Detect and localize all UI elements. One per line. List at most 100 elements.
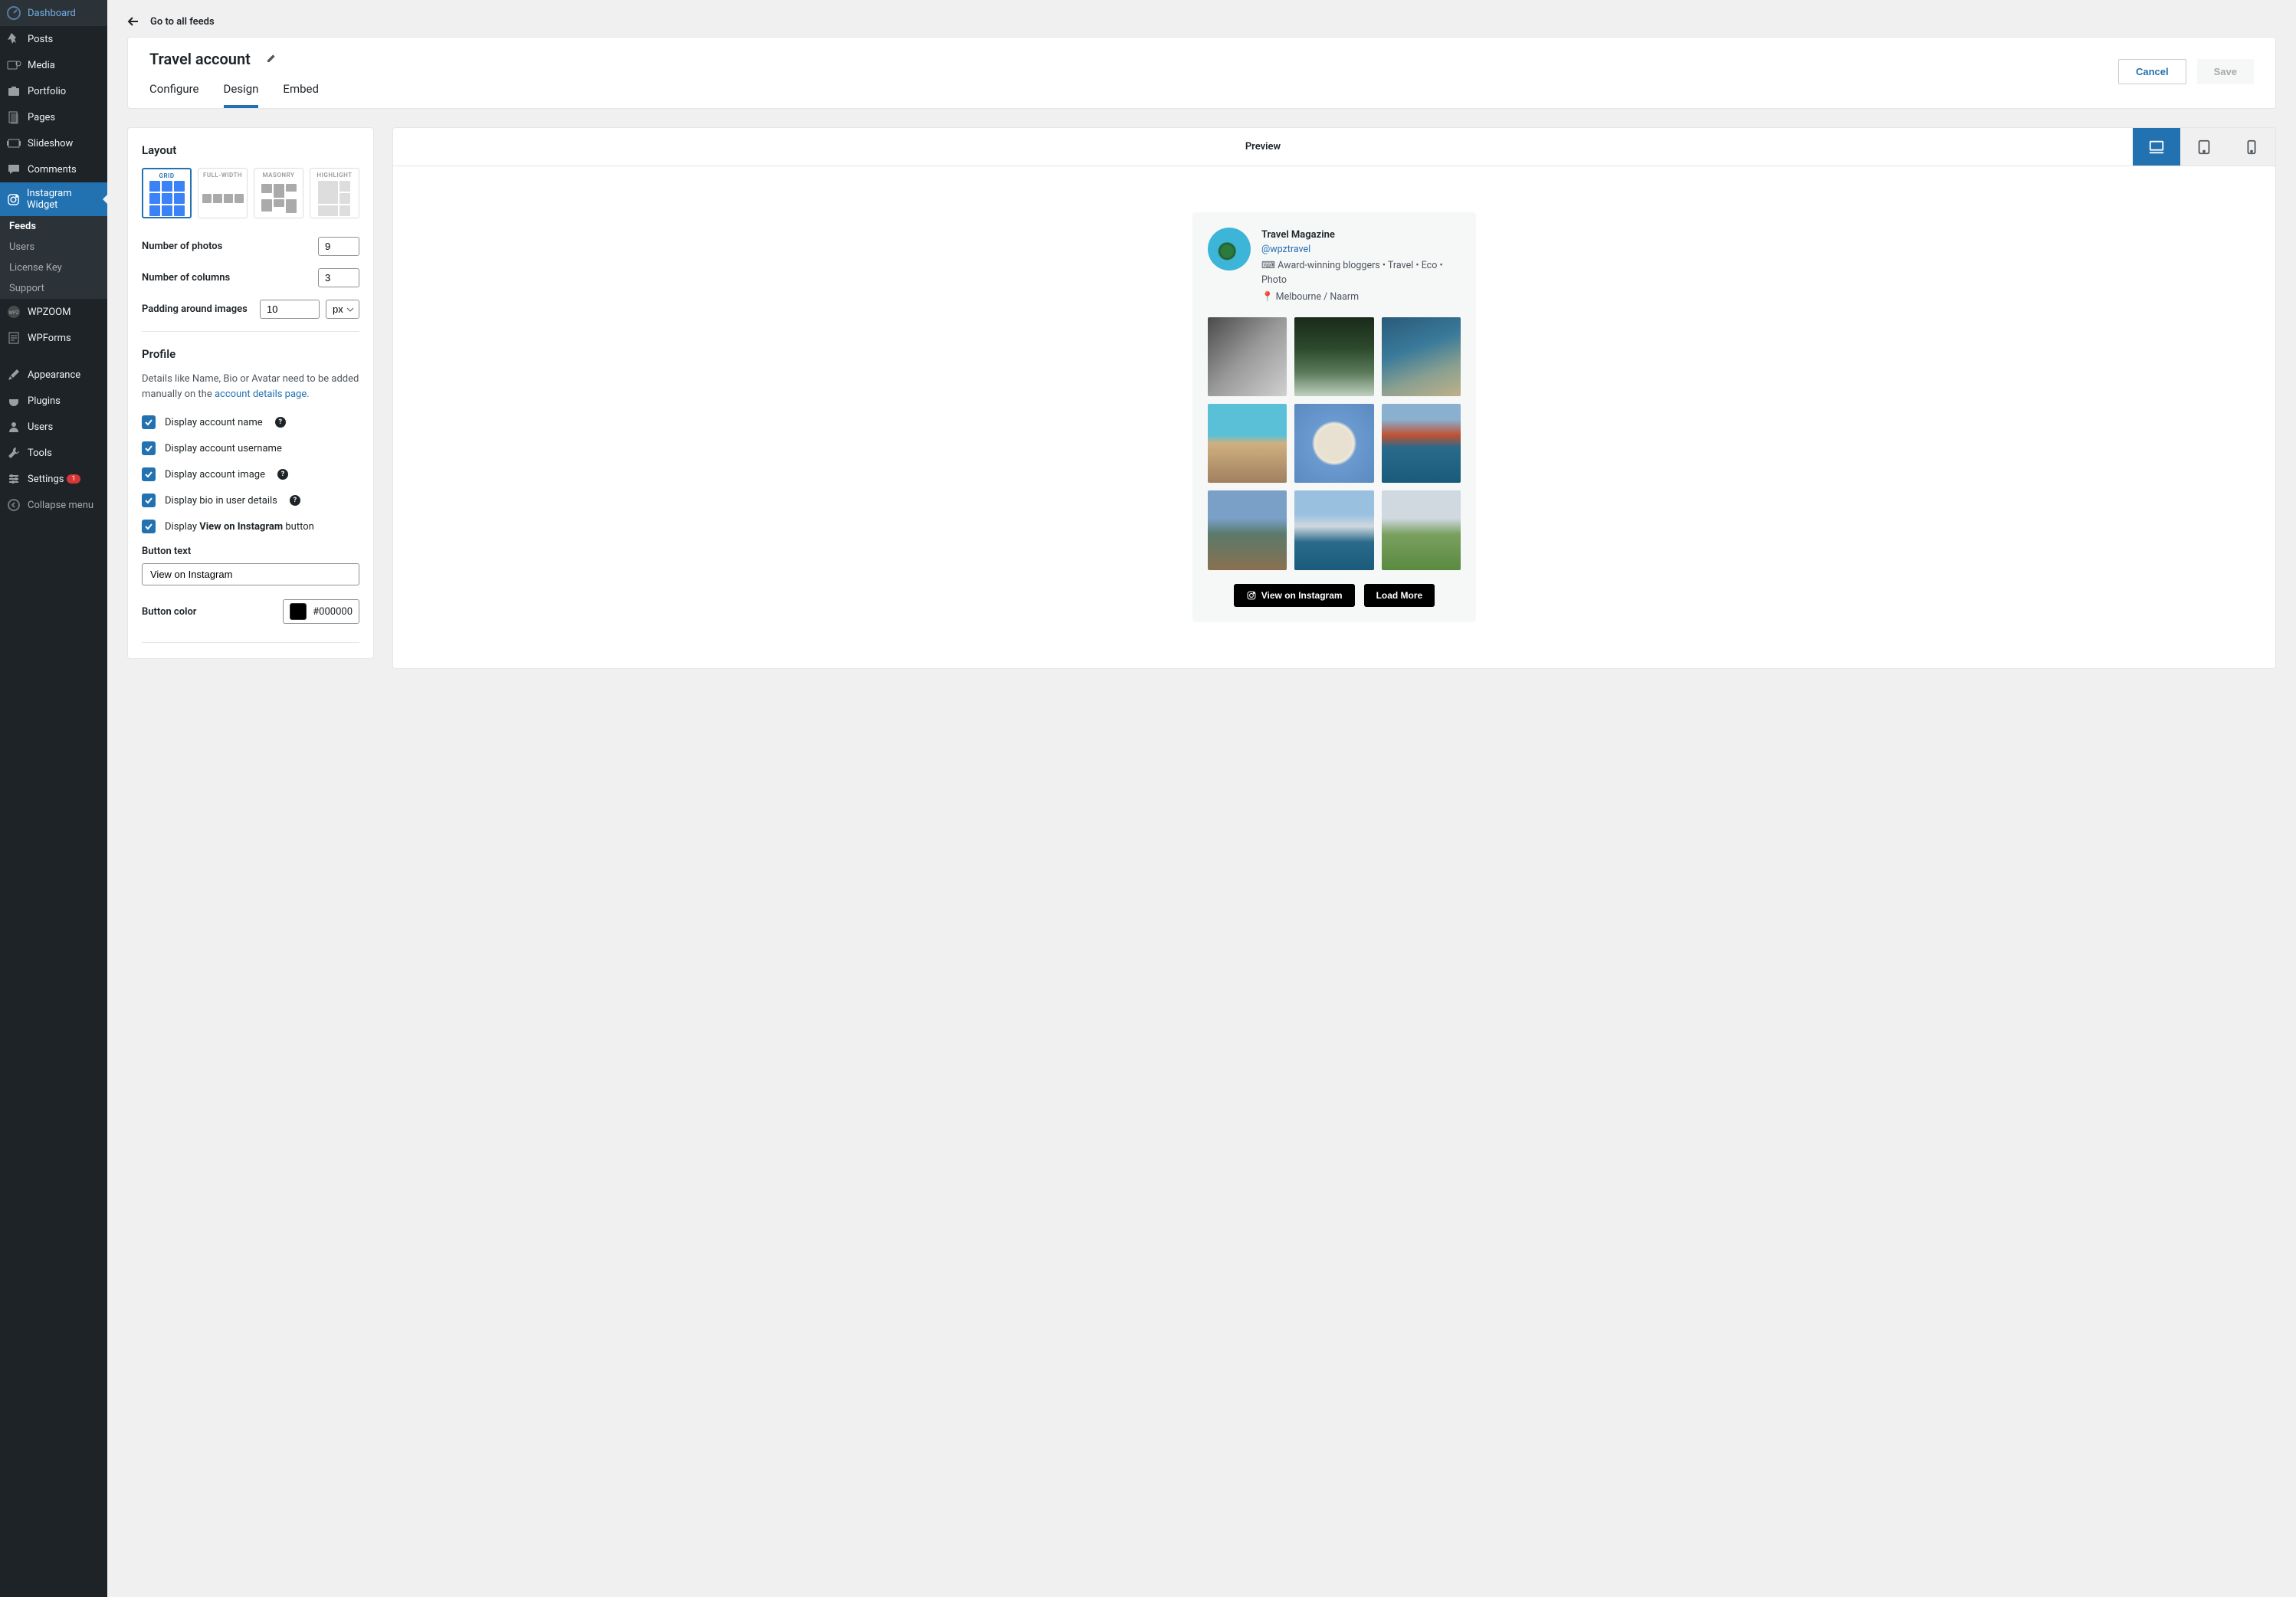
check-label: Display bio in user details [165, 495, 277, 507]
divider [142, 642, 359, 643]
brush-icon [6, 367, 21, 382]
layout-options: GRID FULL-WIDTH MASONRY HIGHLIGHT [142, 168, 359, 218]
sidebar-item-users[interactable]: Users [0, 414, 107, 440]
sidebar-item-instagram-widget[interactable]: Instagram Widget [0, 182, 107, 216]
sidebar-item-wpforms[interactable]: WPForms [0, 325, 107, 351]
device-tabs [2133, 128, 2275, 166]
sidebar-item-media[interactable]: Media [0, 52, 107, 78]
layout-option-grid[interactable]: GRID [142, 168, 192, 218]
pages-icon [6, 110, 21, 125]
color-value: #000000 [313, 606, 353, 618]
padding-label: Padding around images [142, 303, 254, 315]
cancel-button[interactable]: Cancel [2118, 59, 2186, 84]
settings-icon [6, 471, 21, 487]
layout-option-label: GRID [145, 171, 189, 181]
sidebar-label: Settings [28, 474, 64, 485]
help-icon[interactable]: ? [275, 417, 286, 428]
main-content: Go to all feeds Travel account Configure… [107, 0, 2296, 689]
sidebar-sub-support[interactable]: Support [0, 278, 107, 299]
layout-option-fullwidth[interactable]: FULL-WIDTH [198, 168, 248, 218]
device-tab-desktop[interactable] [2133, 128, 2180, 166]
sidebar-item-appearance[interactable]: Appearance [0, 362, 107, 388]
layout-option-masonry[interactable]: MASONRY [254, 168, 303, 218]
comments-icon [6, 162, 21, 177]
media-icon [6, 57, 21, 73]
layout-option-highlight[interactable]: HIGHLIGHT [310, 168, 359, 218]
instagram-icon [6, 192, 21, 207]
settings-panel: Layout GRID FULL-WIDTH MASONRY HIGHLIGHT [127, 127, 374, 659]
forms-icon [6, 330, 21, 346]
ig-photo[interactable] [1294, 317, 1373, 396]
save-button[interactable]: Save [2197, 59, 2254, 84]
sidebar-item-settings[interactable]: Settings1 [0, 466, 107, 492]
back-link[interactable]: Go to all feeds [107, 0, 2296, 37]
sidebar-item-collapse[interactable]: Collapse menu [0, 492, 107, 518]
ig-photo[interactable] [1208, 404, 1287, 483]
profile-desc: Details like Name, Bio or Avatar need to… [142, 372, 359, 402]
ig-buttons: View on Instagram Load More [1208, 584, 1461, 607]
ig-photo[interactable] [1294, 404, 1373, 483]
num-cols-input[interactable] [318, 268, 359, 287]
sidebar-item-dashboard[interactable]: Dashboard [0, 0, 107, 26]
sidebar-sub-users[interactable]: Users [0, 237, 107, 257]
sidebar-submenu: Feeds Users License Key Support [0, 216, 107, 299]
checkbox[interactable] [142, 494, 156, 507]
profile-heading: Profile [142, 347, 359, 361]
ig-photo[interactable] [1294, 490, 1373, 569]
help-icon[interactable]: ? [290, 495, 300, 506]
checkbox[interactable] [142, 415, 156, 429]
checkbox[interactable] [142, 520, 156, 533]
instagram-icon [1246, 590, 1257, 601]
button-text-input[interactable] [142, 563, 359, 585]
account-details-link[interactable]: account details page [215, 389, 307, 400]
color-swatch [290, 603, 307, 620]
sidebar-item-plugins[interactable]: Plugins [0, 388, 107, 414]
checkbox[interactable] [142, 441, 156, 455]
ig-photo[interactable] [1382, 490, 1461, 569]
checkbox[interactable] [142, 467, 156, 481]
device-tab-mobile[interactable] [2228, 128, 2275, 166]
sidebar-label: Instagram Widget [27, 188, 101, 211]
padding-unit-select[interactable]: px [326, 300, 359, 319]
sidebar-label: WPForms [28, 333, 71, 344]
ig-profile-handle[interactable]: @wpztravel [1261, 244, 1310, 255]
ig-photo[interactable] [1382, 404, 1461, 483]
padding-input[interactable] [260, 300, 320, 319]
device-tab-tablet[interactable] [2180, 128, 2228, 166]
check-label: Display account image [165, 469, 265, 480]
sidebar-item-portfolio[interactable]: Portfolio [0, 78, 107, 104]
sidebar-item-wpzoom[interactable]: WPZWPZOOM [0, 299, 107, 325]
tab-configure[interactable]: Configure [149, 82, 199, 108]
layout-heading: Layout [142, 143, 359, 157]
plug-icon [6, 393, 21, 408]
sidebar-item-posts[interactable]: Posts [0, 26, 107, 52]
ig-photo[interactable] [1382, 317, 1461, 396]
sidebar-item-comments[interactable]: Comments [0, 156, 107, 182]
sidebar-label: Posts [28, 34, 53, 45]
sidebar-label: Pages [28, 112, 55, 123]
sidebar-label: Tools [28, 448, 52, 459]
sidebar-sub-feeds[interactable]: Feeds [0, 216, 107, 237]
edit-icon[interactable] [264, 53, 277, 65]
sidebar-label: Plugins [28, 395, 61, 407]
load-more-button[interactable]: Load More [1364, 584, 1435, 607]
help-icon[interactable]: ? [277, 469, 288, 480]
view-on-instagram-button[interactable]: View on Instagram [1234, 584, 1355, 607]
sidebar-label: Appearance [28, 369, 80, 381]
button-color-input[interactable]: #000000 [283, 599, 359, 624]
sidebar-label: Comments [28, 164, 77, 175]
sidebar-label: Portfolio [28, 86, 66, 97]
check-label: Display account username [165, 443, 282, 454]
ig-photo[interactable] [1208, 490, 1287, 569]
ig-photo[interactable] [1208, 317, 1287, 396]
sidebar-item-pages[interactable]: Pages [0, 104, 107, 130]
svg-text:WPZ: WPZ [9, 310, 19, 316]
ig-profile-bio-line2: 📍 Melbourne / Naarm [1261, 290, 1461, 305]
sidebar-item-slideshow[interactable]: Slideshow [0, 130, 107, 156]
sidebar-item-tools[interactable]: Tools [0, 440, 107, 466]
tab-design[interactable]: Design [224, 82, 259, 108]
num-photos-input[interactable] [318, 237, 359, 256]
sidebar-sub-license[interactable]: License Key [0, 257, 107, 278]
tab-embed[interactable]: Embed [283, 82, 319, 108]
check-display-bio: Display bio in user details ? [142, 494, 359, 507]
